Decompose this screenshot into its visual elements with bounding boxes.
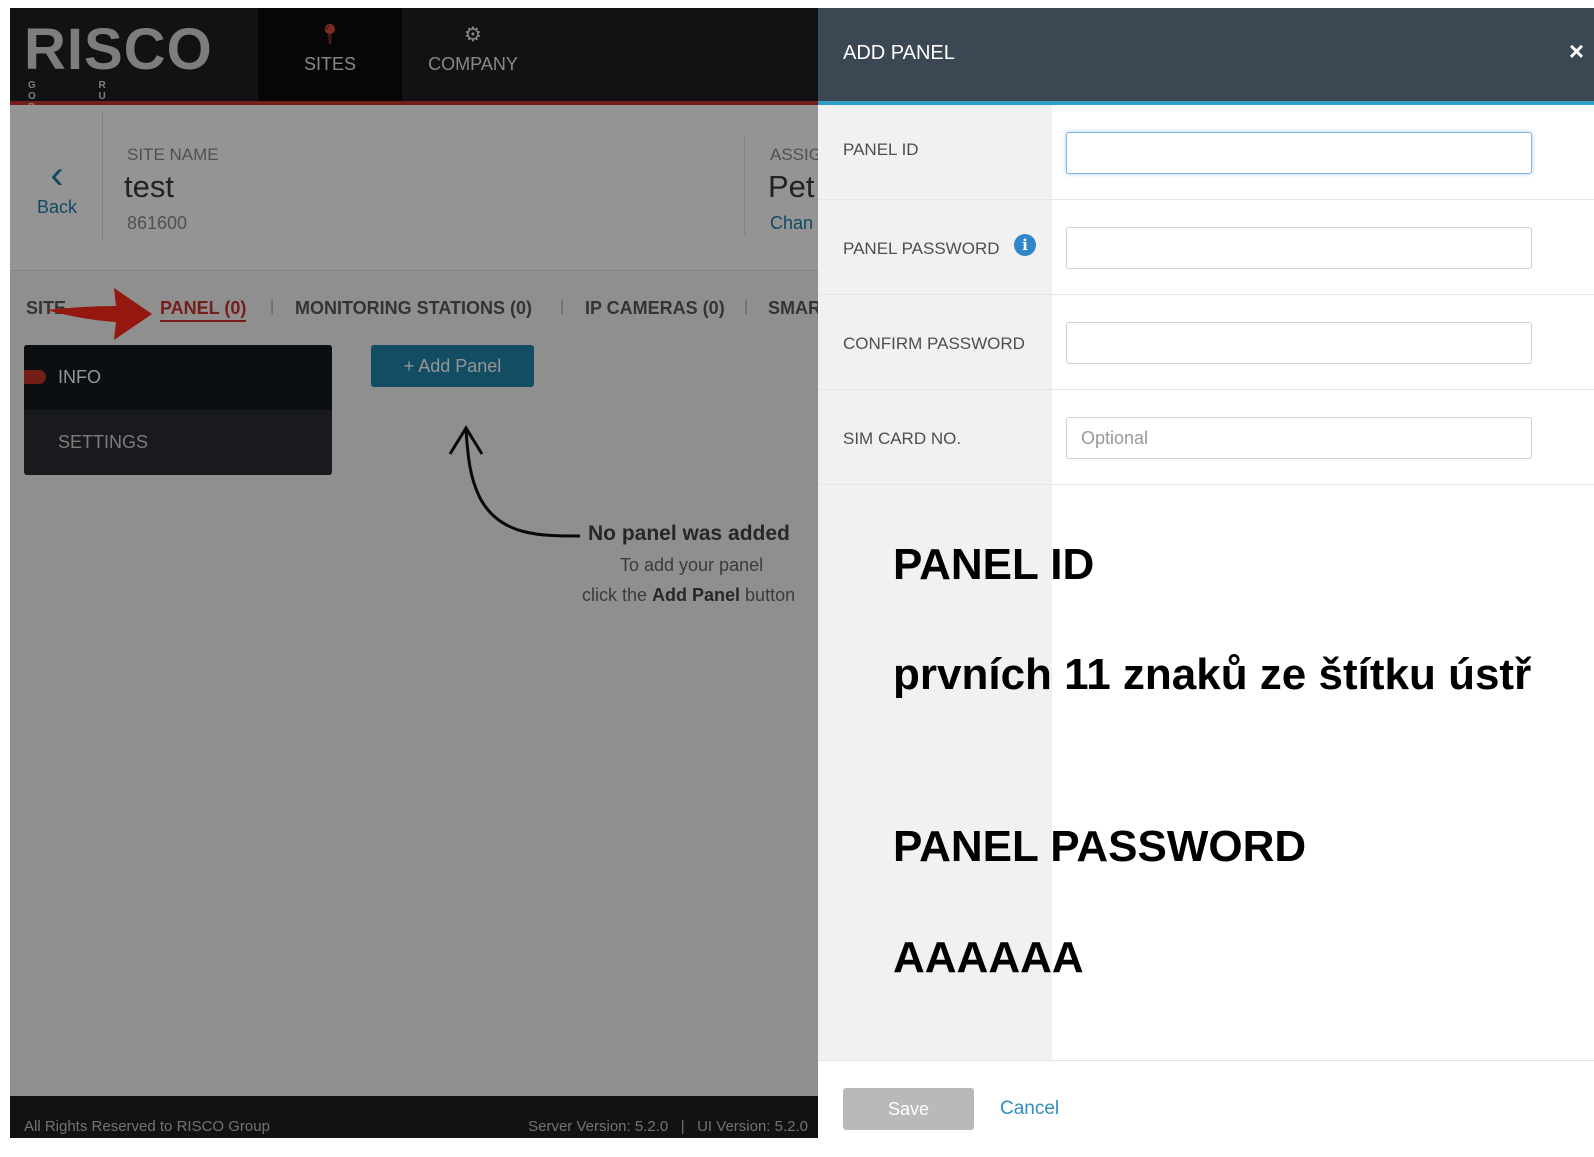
modal-title: ADD PANEL	[843, 42, 955, 64]
confirm-password-label: CONFIRM PASSWORD	[843, 334, 1025, 353]
panel-id-label: PANEL ID	[843, 140, 919, 159]
sim-card-row: SIM CARD NO.	[818, 390, 1594, 485]
annotation-panel-password: PANEL PASSWORD	[893, 822, 1307, 871]
cancel-button[interactable]: Cancel	[1000, 1098, 1059, 1120]
close-icon[interactable]: ×	[1569, 36, 1584, 67]
save-button[interactable]: Save	[843, 1088, 974, 1130]
confirm-password-row: CONFIRM PASSWORD	[818, 295, 1594, 390]
panel-id-input[interactable]	[1066, 132, 1532, 174]
modal-header: ADD PANEL ×	[818, 8, 1594, 105]
background-app: RISCO G R O U P 📍︎ SITES ⚙ COMPANY ‹ Bac…	[10, 8, 818, 1138]
sim-card-label: SIM CARD NO.	[843, 429, 962, 448]
sim-card-input[interactable]	[1066, 417, 1532, 459]
modal-backdrop[interactable]	[10, 8, 818, 1138]
add-panel-modal: ADD PANEL × PANEL ID PANEL PASSWORD i CO…	[818, 8, 1594, 1138]
info-icon[interactable]: i	[1014, 234, 1036, 256]
panel-password-row: PANEL PASSWORD i	[818, 200, 1594, 295]
panel-id-row: PANEL ID	[818, 105, 1594, 200]
confirm-password-input[interactable]	[1066, 322, 1532, 364]
panel-password-label: PANEL PASSWORD	[843, 239, 1000, 258]
annotation-panel-id-hint: prvních 11 znaků ze štítku ústř	[893, 650, 1532, 699]
panel-password-input[interactable]	[1066, 227, 1532, 269]
annotation-panel-id: PANEL ID	[893, 540, 1095, 589]
annotation-password-value: AAAAAA	[893, 933, 1084, 982]
modal-footer: Save Cancel	[818, 1060, 1594, 1138]
